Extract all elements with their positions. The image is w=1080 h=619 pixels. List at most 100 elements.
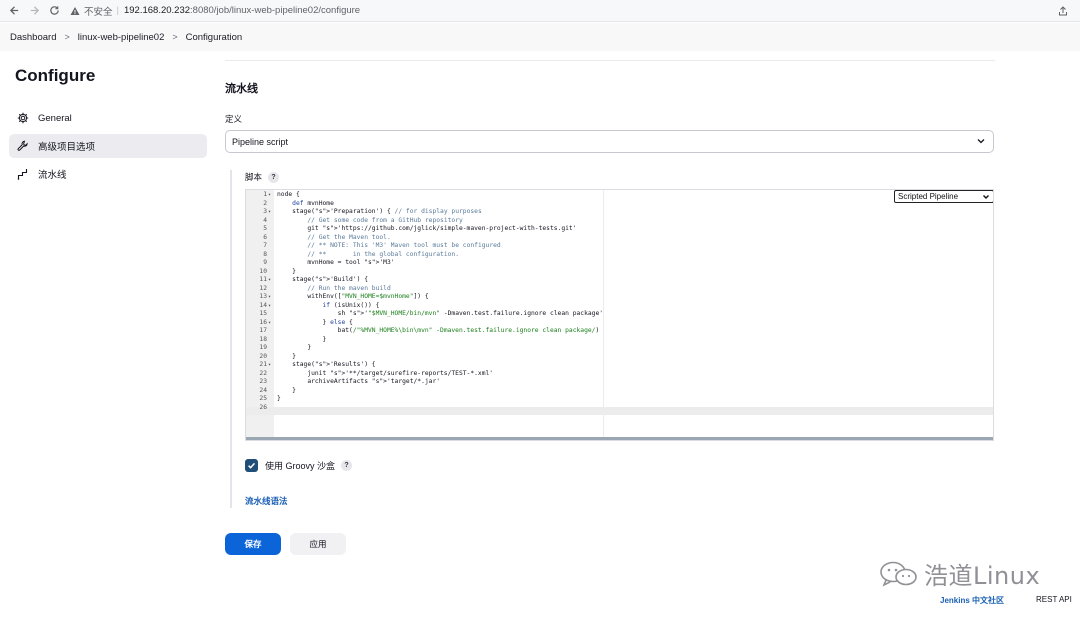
code-line: 15 sh "s">'"$MVN_HOME/bin/mvn" -Dmaven.t… bbox=[246, 310, 993, 319]
url-host: 192.168.20.232 bbox=[123, 5, 191, 16]
reload-icon[interactable] bbox=[45, 2, 63, 20]
sidebar-item-advanced-options[interactable]: 高级项目选项 bbox=[9, 134, 207, 158]
definition-select[interactable]: Pipeline script bbox=[225, 130, 994, 153]
address-bar[interactable]: 不安全 | 192.168.20.232:8080/job/linux-web-… bbox=[69, 2, 1054, 20]
code-line: 18 } bbox=[246, 336, 993, 345]
code-line: 10 } bbox=[246, 268, 993, 277]
code-line: 9 mvnHome = tool "s">'M3' bbox=[246, 259, 993, 268]
breadcrumb-dashboard[interactable]: Dashboard bbox=[10, 32, 56, 43]
fold-toggle-icon[interactable]: ▾ bbox=[268, 191, 271, 200]
code-line: 8 // ** in the global configuration. bbox=[246, 251, 993, 260]
line-number: 8 bbox=[263, 250, 267, 258]
line-number: 18 bbox=[259, 335, 267, 343]
line-number: 4 bbox=[263, 216, 267, 224]
code-text: } bbox=[277, 267, 296, 275]
forward-arrow-icon[interactable] bbox=[25, 2, 43, 20]
code-text: withEnv(["MVN_HOME=$mvnHome"]) { bbox=[277, 293, 429, 300]
code-text: // Get some code from a GitHub repositor… bbox=[307, 216, 463, 224]
code-text: // ** NOTE: This 'M3' Maven tool must be… bbox=[307, 242, 501, 249]
code-text: node { bbox=[277, 191, 300, 198]
sandbox-label: 使用 Groovy 沙盒 bbox=[265, 461, 336, 471]
line-number: 15 bbox=[259, 310, 267, 317]
checkmark-icon bbox=[248, 462, 256, 469]
groovy-sandbox-checkbox[interactable] bbox=[245, 459, 258, 472]
fold-toggle-icon[interactable]: ▾ bbox=[268, 276, 271, 285]
url-divider: | bbox=[116, 5, 119, 16]
line-number: 23 bbox=[259, 378, 267, 385]
section-title: 流水线 bbox=[225, 83, 258, 95]
line-number: 14 bbox=[259, 301, 267, 309]
fold-toggle-icon[interactable]: ▾ bbox=[268, 319, 271, 328]
line-number: 20 bbox=[259, 352, 267, 360]
save-button[interactable]: 保存 bbox=[225, 533, 281, 555]
share-icon[interactable] bbox=[1054, 2, 1072, 20]
chat-bubbles-icon bbox=[880, 561, 917, 587]
section-divider bbox=[225, 60, 995, 61]
code-line: 3 ▾ stage("s">'Preparation') { // for dis… bbox=[246, 208, 993, 217]
back-arrow-icon[interactable] bbox=[5, 2, 23, 20]
code-text: // Run the maven build bbox=[307, 284, 391, 292]
code-line: 2 def mvnHome bbox=[246, 200, 993, 209]
breadcrumb-configuration[interactable]: Configuration bbox=[186, 32, 243, 43]
fold-toggle-icon[interactable]: ▾ bbox=[268, 293, 271, 302]
browser-toolbar: 不安全 | 192.168.20.232:8080/job/linux-web-… bbox=[0, 0, 1080, 22]
code-text: } bbox=[277, 352, 296, 360]
gear-icon bbox=[16, 111, 30, 125]
code-line: 23 archiveArtifacts "s">'target/*.jar' bbox=[246, 378, 993, 387]
fold-toggle-icon[interactable]: ▾ bbox=[268, 208, 271, 217]
code-text: if (isUnix()) { bbox=[322, 301, 380, 309]
code-text: // ** in the global configuration. bbox=[307, 250, 459, 258]
code-text: } bbox=[277, 395, 281, 402]
fold-toggle-icon[interactable]: ▾ bbox=[268, 361, 271, 370]
chevron-down-icon bbox=[983, 195, 989, 199]
insecure-label: 不安全 bbox=[84, 6, 113, 18]
help-icon[interactable]: ? bbox=[341, 460, 353, 471]
code-text: sh "s">'"$MVN_HOME/bin/mvn" -Dmaven.test… bbox=[277, 310, 604, 317]
sidebar-item-label: 高级项目选项 bbox=[38, 142, 96, 153]
code-line: 7 // ** NOTE: This 'M3' Maven tool must … bbox=[246, 242, 993, 251]
code-text: stage("s">'Build') { bbox=[277, 276, 368, 283]
code-line: 12 // Run the maven build bbox=[246, 285, 993, 294]
script-label: 脚本 bbox=[245, 172, 263, 182]
line-number: 3 bbox=[263, 208, 267, 215]
code-text: git "s">'https://github.com/jglick/simpl… bbox=[277, 225, 577, 232]
breadcrumb: Dashboard > linux-web-pipeline02 > Confi… bbox=[0, 23, 1080, 51]
code-line: 1 ▾ node { bbox=[246, 191, 993, 200]
code-text: } bbox=[277, 335, 327, 343]
watermark-text: 浩道Linux bbox=[924, 562, 1041, 590]
pipeline-icon bbox=[16, 167, 30, 181]
breadcrumb-job[interactable]: linux-web-pipeline02 bbox=[78, 32, 165, 43]
code-line: 21 ▾ stage("s">'Results') { bbox=[246, 361, 993, 370]
code-text: } bbox=[277, 344, 312, 351]
code-text: junit "s">'**/target/surefire-reports/TE… bbox=[277, 369, 494, 377]
code-text: stage("s">'Results') { bbox=[277, 361, 376, 368]
code-line: 26 bbox=[246, 404, 993, 413]
sidebar-item-label: General bbox=[38, 112, 72, 124]
script-editor[interactable]: 1 ▾ node {2 def mvnHome 3 ▾ stage("s">'Prepa… bbox=[245, 189, 994, 441]
sidebar-item-pipeline[interactable]: 流水线 bbox=[9, 162, 207, 186]
code-line: 11 ▾ stage("s">'Build') { bbox=[246, 276, 993, 285]
apply-button[interactable]: 应用 bbox=[290, 533, 346, 555]
line-number: 2 bbox=[263, 199, 267, 207]
fold-toggle-icon[interactable]: ▾ bbox=[268, 302, 271, 311]
code-line: 19 } bbox=[246, 344, 993, 353]
code-line: 5 git "s">'https://github.com/jglick/sim… bbox=[246, 225, 993, 234]
warning-icon[interactable] bbox=[69, 5, 81, 17]
watermark: 浩道Linux bbox=[878, 556, 1040, 591]
editor-resize-bar[interactable] bbox=[246, 437, 993, 440]
url-path: :8080/job/linux-web-pipeline02/configure bbox=[190, 5, 361, 16]
line-number: 12 bbox=[259, 284, 267, 292]
line-number: 22 bbox=[259, 369, 267, 377]
definition-label: 定义 bbox=[225, 114, 243, 124]
code-line: 6 // Get the Maven tool. bbox=[246, 234, 993, 243]
rest-api-link[interactable]: REST API bbox=[1036, 595, 1072, 604]
help-icon[interactable]: ? bbox=[268, 171, 280, 183]
pipeline-syntax-link[interactable]: 流水线语法 bbox=[245, 495, 288, 507]
section-indent-bar bbox=[230, 170, 232, 508]
sidebar-item-general[interactable]: General bbox=[9, 106, 207, 130]
pipeline-mode-select[interactable]: Scripted Pipeline bbox=[894, 190, 993, 203]
pipeline-mode-value: Scripted Pipeline bbox=[898, 192, 959, 201]
code-line: 20 } bbox=[246, 353, 993, 362]
line-number: 13 bbox=[259, 293, 267, 300]
jenkins-community-link[interactable]: Jenkins 中文社区 bbox=[940, 595, 1004, 606]
